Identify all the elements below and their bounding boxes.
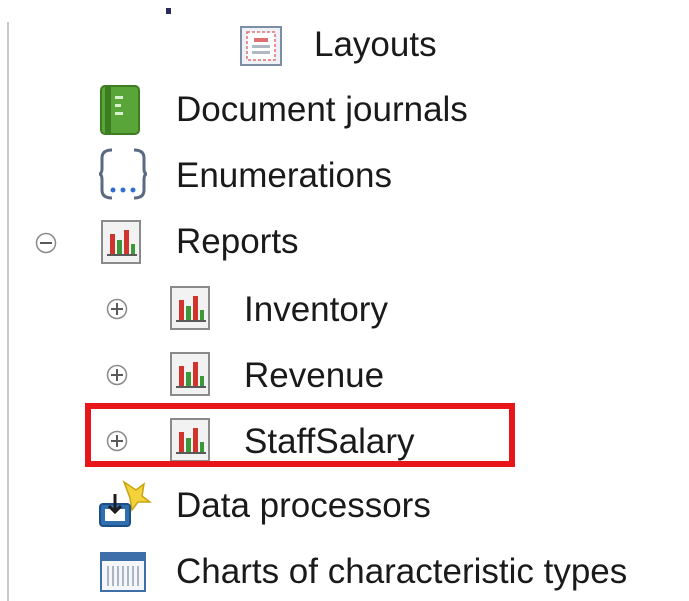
journal-icon (99, 84, 141, 141)
tree-item-label: Document journals (176, 90, 468, 129)
tree-item-document-journals[interactable]: Document journals (0, 80, 689, 140)
report-icon (170, 286, 210, 335)
tree-item-enumerations[interactable]: Enumerations (0, 146, 689, 206)
tree-item-reports[interactable]: Reports (0, 212, 689, 272)
collapse-icon[interactable] (35, 232, 57, 254)
chart-of-characteristic-types-icon (100, 552, 146, 597)
tree-item-label: Revenue (244, 356, 385, 395)
tree-item-label: Enumerations (176, 156, 392, 195)
tree-item-layouts[interactable]: Layouts (0, 14, 689, 74)
layout-icon (240, 26, 282, 71)
tree-item-label: Charts of characteristic types (176, 552, 628, 591)
report-icon (170, 352, 210, 401)
expand-icon[interactable] (106, 364, 128, 386)
tree-item-label: Data processors (176, 486, 431, 525)
report-icon (101, 220, 141, 269)
tree-item-charts-of-characteristic-types[interactable]: Charts of characteristic types (0, 542, 689, 601)
configuration-tree: Layouts Document journals Enumerations R… (0, 0, 689, 601)
tree-item-revenue[interactable]: Revenue (0, 344, 689, 404)
expand-icon[interactable] (106, 298, 128, 320)
highlight-box (85, 403, 515, 467)
data-processor-icon (96, 480, 153, 535)
tree-item-inventory[interactable]: Inventory (0, 278, 689, 338)
tree-item-label: Inventory (244, 290, 388, 329)
tree-item-label: Layouts (314, 25, 437, 64)
tree-item-label: Reports (176, 222, 299, 261)
enumeration-icon (98, 146, 148, 207)
tree-item-data-processors[interactable]: Data processors (0, 476, 689, 536)
